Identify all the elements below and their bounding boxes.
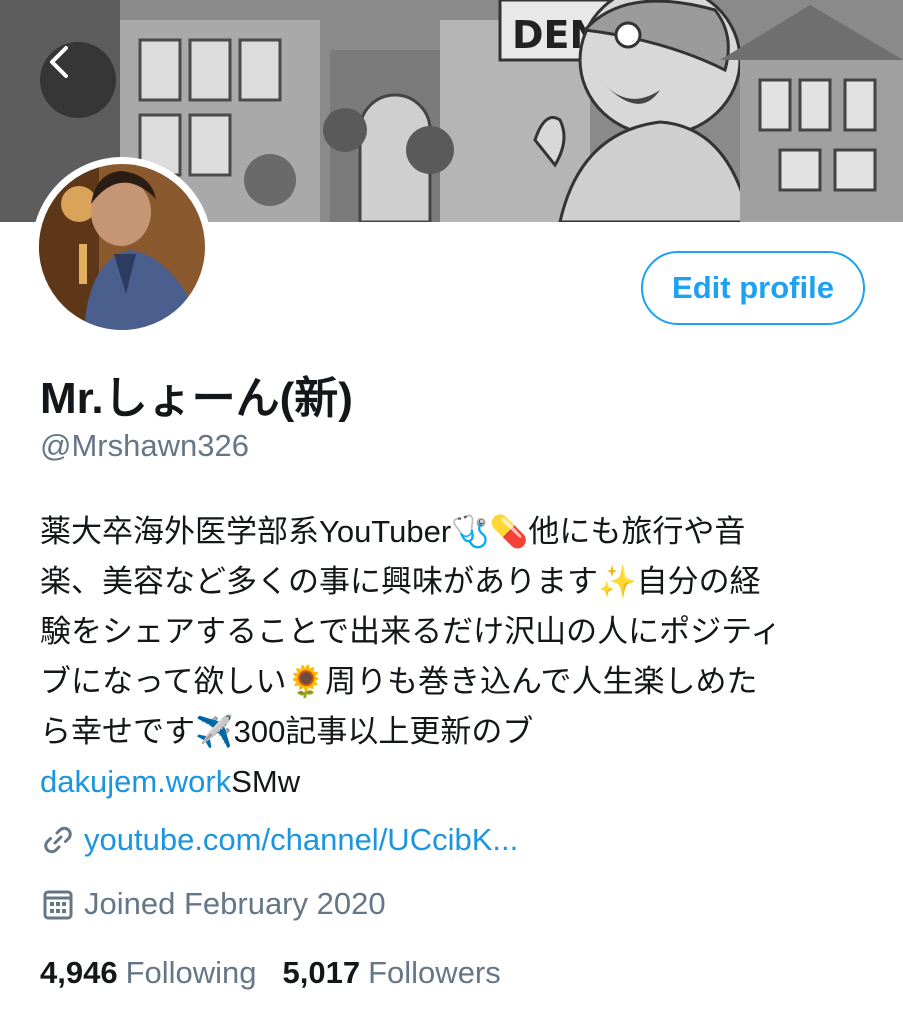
joined-date: Joined February 2020 (84, 886, 386, 921)
bio-text: 自分の経 (636, 564, 761, 599)
bio-text: ら幸せです (40, 714, 195, 749)
bio-text: ブになって欲しい (40, 664, 287, 699)
website-link[interactable]: youtube.com/channel/UCcibK... (84, 822, 518, 858)
back-button[interactable] (40, 42, 116, 118)
chevron-left-icon (50, 46, 68, 78)
bio-line: dakujem.workSMw (40, 757, 870, 807)
user-handle: @Mrshawn326 (40, 428, 249, 463)
link-icon (40, 822, 76, 858)
display-name: Mr.しょーん(新) (40, 374, 353, 423)
bio-text: 楽、美容など多くの事に興味があります (40, 564, 598, 599)
bio-text: 300記事以上更新のブ (233, 714, 534, 749)
bio-text: SMw (231, 764, 301, 799)
following-link[interactable]: 4,946 Following (40, 955, 257, 991)
bio-line: 楽、美容など多くの事に興味があります✨自分の経 (40, 557, 870, 607)
bio-text: 周りも巻き込んで人生楽しめた (325, 664, 758, 699)
followers-count: 5,017 (282, 955, 361, 990)
bio-text: 験をシェアすることで出来るだけ沢山の人にポジティ (40, 614, 782, 649)
followers-label: Followers (368, 955, 501, 990)
calendar-icon (40, 886, 76, 922)
bio-emoji: ✈️ (195, 714, 234, 750)
follow-stats: 4,946 Following 5,017 Followers (40, 955, 501, 991)
bio-line: ら幸せです✈️300記事以上更新のブ (40, 707, 870, 757)
bio-text: 薬大卒海外医学部系YouTuber (40, 514, 452, 549)
bio-emoji: 🌻 (286, 664, 326, 700)
bio-emoji: ✨ (598, 564, 637, 600)
profile-bio: 薬大卒海外医学部系YouTuber🩺💊他にも旅行や音 楽、美容など多くの事に興味… (40, 507, 870, 807)
avatar-container[interactable] (32, 157, 212, 337)
following-count: 4,946 (40, 955, 118, 990)
bio-line: 験をシェアすることで出来るだけ沢山の人にポジティ (40, 607, 870, 657)
joined-row: Joined February 2020 (40, 886, 386, 922)
bio-link[interactable]: dakujem.work (40, 764, 231, 799)
following-label: Following (125, 955, 257, 990)
website-row: youtube.com/channel/UCcibK... (40, 822, 518, 858)
bio-line: 薬大卒海外医学部系YouTuber🩺💊他にも旅行や音 (40, 507, 870, 557)
bio-line: ブになって欲しい🌻周りも巻き込んで人生楽しめた (40, 657, 870, 707)
bio-text: 他にも旅行や音 (528, 514, 746, 549)
edit-profile-button[interactable]: Edit profile (641, 251, 865, 325)
followers-link[interactable]: 5,017 Followers (283, 955, 501, 991)
avatar (39, 164, 205, 330)
bio-emoji: 🩺💊 (451, 514, 529, 550)
